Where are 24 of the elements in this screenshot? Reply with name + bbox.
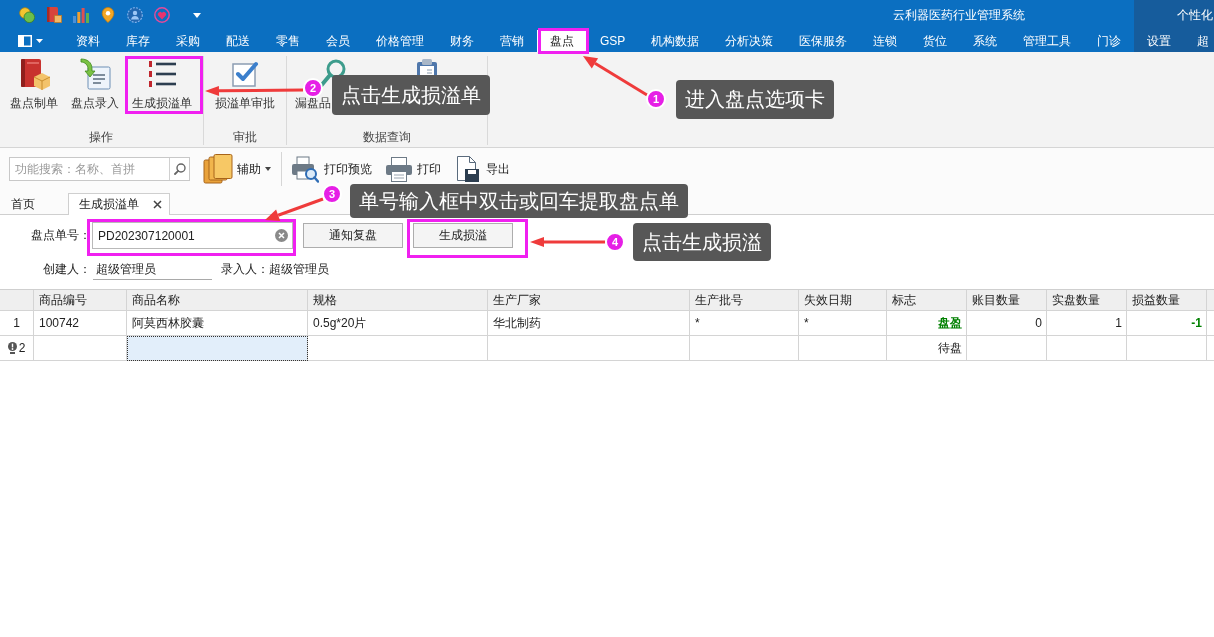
group-label: 数据查询 (362, 129, 412, 145)
table-cell: * (799, 311, 887, 336)
table-cell: 0.5g*20片 (308, 311, 488, 336)
callout-tooltip: 点击生成损溢 (633, 223, 771, 261)
field-label: 创建人： (43, 261, 91, 278)
table-cell: * (690, 311, 799, 336)
group-label: 操作 (88, 129, 114, 145)
table-cell: 待盘 (887, 336, 967, 361)
table-cell: 华北制药 (488, 311, 690, 336)
callout-tooltip: 进入盘点选项卡 (676, 80, 834, 119)
callout-tooltip: 点击生成损溢单 (332, 75, 490, 115)
row-number: 2 (18, 341, 26, 355)
table-cell: 盘盈 (887, 311, 967, 336)
field-value: 超级管理员 (269, 261, 329, 278)
callout-tooltip: 单号输入框中双击或回车提取盘点单 (350, 184, 688, 218)
field-label: 盘点单号： (31, 227, 91, 244)
group-label: 审批 (232, 129, 258, 145)
table-cell: -1 (1127, 311, 1207, 336)
field-label: 录入人： (221, 261, 269, 278)
row-number: 1 (13, 316, 20, 330)
table-cell: 1 (1047, 311, 1127, 336)
table-cell: 0 (967, 311, 1047, 336)
table-cell: 100742 (34, 311, 127, 336)
app-title: 云利器医药行业管理系统 (893, 6, 1025, 24)
